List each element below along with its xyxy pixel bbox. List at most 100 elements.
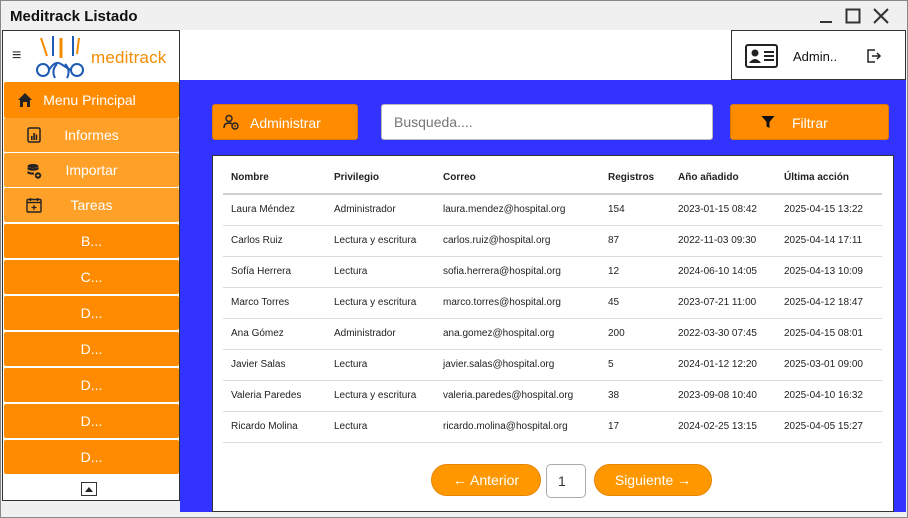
cell-registros: 200 (600, 318, 670, 350)
sidebar-item-menu-principal[interactable]: Menu Principal (4, 82, 179, 118)
cell-ano-anadido: 2024-01-12 12:20 (670, 349, 776, 381)
cell-nombre: Laura Méndez (223, 194, 326, 226)
cell-correo: ricardo.molina@hospital.org (435, 411, 600, 443)
logo-area: ≡ meditrack (3, 31, 179, 81)
cell-correo: ana.gomez@hospital.org (435, 318, 600, 350)
cell-registros: 87 (600, 225, 670, 257)
sidebar-item-label: D... (80, 341, 103, 357)
cell-correo: marco.torres@hospital.org (435, 287, 600, 319)
cell-ultima-accion: 2025-04-13 10:09 (776, 256, 882, 288)
filter-button[interactable]: Filtrar (730, 104, 889, 140)
table-row[interactable]: Laura Méndez Administrador laura.mendez@ho… (223, 194, 882, 226)
table-row[interactable]: Marco Torres Lectura y escritura marco.tor… (223, 287, 882, 319)
cell-nombre: Carlos Ruiz (223, 225, 326, 257)
cell-nombre: Marco Torres (223, 287, 326, 319)
sidebar-item-importar[interactable]: Importar (4, 153, 179, 187)
column-header-nombre[interactable]: Nombre (223, 162, 326, 195)
cell-ano-anadido: 2024-02-25 13:15 (670, 411, 776, 443)
cell-ultima-accion: 2025-04-05 15:27 (776, 411, 882, 443)
sidebar-item-d3[interactable]: D... (4, 368, 179, 402)
sidebar-item-label: Tareas (70, 197, 113, 213)
sidebar-item-d1[interactable]: D... (4, 296, 179, 330)
minimize-icon[interactable] (814, 4, 838, 28)
table-header-row: Nombre Privilegio Correo Registros Año a… (223, 162, 882, 195)
cell-registros: 38 (600, 380, 670, 412)
cell-ano-anadido: 2022-11-03 09:30 (670, 225, 776, 257)
users-table-panel: Nombre Privilegio Correo Registros Año a… (212, 155, 894, 512)
next-page-button[interactable]: Siguiente → (594, 464, 712, 496)
cell-ano-anadido: 2023-01-15 08:42 (670, 194, 776, 226)
table-row[interactable]: Javier Salas Lectura javier.salas@hospital… (223, 349, 882, 381)
filter-icon (761, 115, 775, 132)
cell-privilegio: Lectura y escritura (326, 380, 435, 412)
cell-privilegio: Lectura y escritura (326, 287, 435, 319)
page-number-input[interactable] (546, 464, 586, 498)
close-icon[interactable] (869, 4, 893, 28)
sidebar-item-label: B... (80, 233, 102, 249)
table-row[interactable]: Ricardo Molina Lectura ricardo.molina@hosp… (223, 411, 882, 443)
cell-nombre: Ricardo Molina (223, 411, 326, 443)
search-input[interactable] (381, 104, 713, 140)
sidebar-item-label: D... (80, 413, 103, 429)
maximize-icon[interactable] (841, 4, 865, 28)
sidebar-item-label: Informes (64, 127, 119, 143)
table-row[interactable]: Ana Gómez Administrador ana.gomez@hospital… (223, 318, 882, 350)
cell-correo: sofia.herrera@hospital.org (435, 256, 600, 288)
cell-privilegio: Lectura (326, 349, 435, 381)
user-name: Admin.. (793, 49, 838, 64)
scroll-up-button[interactable] (81, 482, 97, 496)
cell-registros: 154 (600, 194, 670, 226)
logo-icon (33, 34, 87, 85)
user-settings-icon (223, 114, 239, 133)
table-row[interactable]: Sofía Herrera Lectura sofia.herrera@hospit… (223, 256, 882, 288)
cell-correo: valeria.paredes@hospital.org (435, 380, 600, 412)
cell-privilegio: Lectura (326, 411, 435, 443)
column-header-ultima-accion[interactable]: Última acción (776, 162, 882, 195)
id-card-icon (745, 44, 778, 73)
cell-nombre: Valeria Paredes (223, 380, 326, 412)
cell-correo: laura.mendez@hospital.org (435, 194, 600, 226)
cell-registros: 12 (600, 256, 670, 288)
users-table: Nombre Privilegio Correo Registros Año a… (223, 162, 882, 443)
cell-registros: 17 (600, 411, 670, 443)
cell-nombre: Ana Gómez (223, 318, 326, 350)
column-header-correo[interactable]: Correo (435, 162, 600, 195)
column-header-privilegio[interactable]: Privilegio (326, 162, 435, 195)
cell-nombre: Sofía Herrera (223, 256, 326, 288)
window-title: Meditrack Listado (10, 8, 138, 25)
column-header-registros[interactable]: Registros (600, 162, 670, 195)
sidebar-item-c[interactable]: C... (4, 260, 179, 294)
logo-text: meditrack (91, 48, 167, 67)
previous-page-button[interactable]: ← Anterior (431, 464, 541, 496)
sidebar-item-b[interactable]: B... (4, 224, 179, 258)
sidebar-item-d2[interactable]: D... (4, 332, 179, 366)
sidebar-item-d4[interactable]: D... (4, 404, 179, 438)
sidebar-item-tareas[interactable]: Tareas (4, 188, 179, 222)
cell-ultima-accion: 2025-04-15 13:22 (776, 194, 882, 226)
sidebar-item-d5[interactable]: D... (4, 440, 179, 474)
cell-ultima-accion: 2025-04-14 17:11 (776, 225, 882, 257)
sidebar-item-informes[interactable]: Informes (4, 118, 179, 152)
table-row[interactable]: Carlos Ruiz Lectura y escritura carlos.rui… (223, 225, 882, 257)
cell-correo: carlos.ruiz@hospital.org (435, 225, 600, 257)
cell-ano-anadido: 2023-09-08 10:40 (670, 380, 776, 412)
cell-ultima-accion: 2025-04-12 18:47 (776, 287, 882, 319)
column-header-ano-anadido[interactable]: Año añadido (670, 162, 776, 195)
cell-nombre: Javier Salas (223, 349, 326, 381)
administrar-label: Administrar (250, 115, 321, 131)
sidebar-item-label: Menu Principal (43, 92, 136, 108)
filter-label: Filtrar (792, 115, 828, 131)
table-row[interactable]: Valeria Paredes Lectura y escritura valeri… (223, 380, 882, 412)
cell-privilegio: Lectura y escritura (326, 225, 435, 257)
caret-up-icon (84, 480, 94, 498)
administrar-button[interactable]: Administrar (212, 104, 358, 140)
sidebar: ≡ meditrack Menu Principal Informes Impo… (2, 30, 180, 501)
cell-ano-anadido: 2023-07-21 11:00 (670, 287, 776, 319)
logout-icon[interactable] (866, 48, 882, 69)
sidebar-item-label: D... (80, 449, 103, 465)
cell-correo: javier.salas@hospital.org (435, 349, 600, 381)
sidebar-item-label: C... (80, 269, 103, 285)
hamburger-menu-icon[interactable]: ≡ (12, 47, 21, 65)
cell-ultima-accion: 2025-04-10 16:32 (776, 380, 882, 412)
cell-privilegio: Administrador (326, 318, 435, 350)
